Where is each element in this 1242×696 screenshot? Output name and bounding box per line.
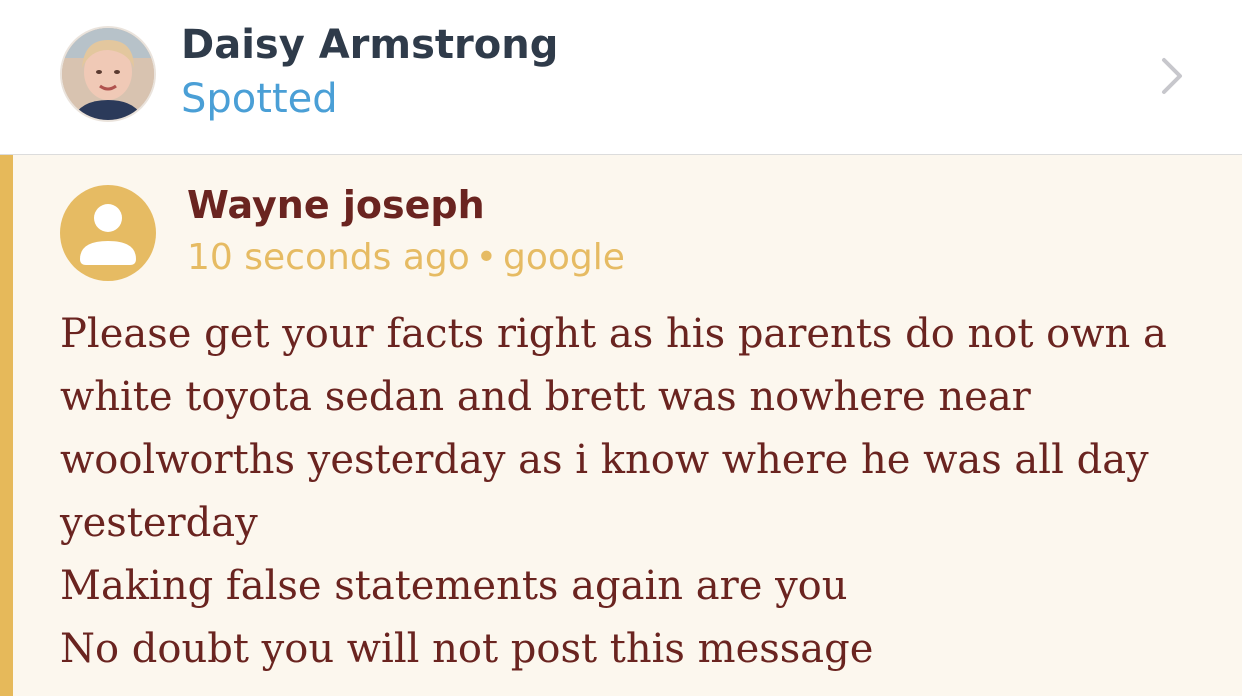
- comment-line: Making false statements again are you: [60, 563, 848, 609]
- comment-author[interactable]: Wayne joseph: [187, 183, 485, 227]
- chevron-right-icon[interactable]: [1150, 54, 1194, 98]
- comment-accent-bar: [0, 155, 13, 696]
- comment-source: google: [503, 237, 625, 278]
- comment-line: white toyota sedan and brett was nowhere…: [60, 374, 1031, 420]
- meta-separator: •: [475, 237, 498, 278]
- page-name[interactable]: Daisy Armstrong: [181, 22, 558, 68]
- commenter-avatar[interactable]: [60, 185, 156, 281]
- comment-card: Wayne joseph 10 seconds ago • google Pleas…: [0, 155, 1242, 696]
- comment-line: No doubt you will not post this message: [60, 626, 874, 672]
- comment-line: yesterday: [60, 500, 258, 546]
- comment-body: Please get your facts right as his paren…: [60, 303, 1220, 681]
- user-silhouette-icon: [80, 204, 136, 265]
- comment-line: Please get your facts right as his paren…: [60, 311, 1167, 357]
- profile-avatar[interactable]: [60, 26, 156, 122]
- comment-line: woolworths yesterday as i know where he …: [60, 437, 1149, 483]
- page-category[interactable]: Spotted: [181, 76, 338, 122]
- post-header[interactable]: Daisy Armstrong Spotted: [0, 0, 1242, 155]
- profile-photo: [62, 28, 154, 120]
- comment-timestamp: 10 seconds ago: [187, 237, 470, 278]
- comment-meta: 10 seconds ago • google: [187, 237, 625, 278]
